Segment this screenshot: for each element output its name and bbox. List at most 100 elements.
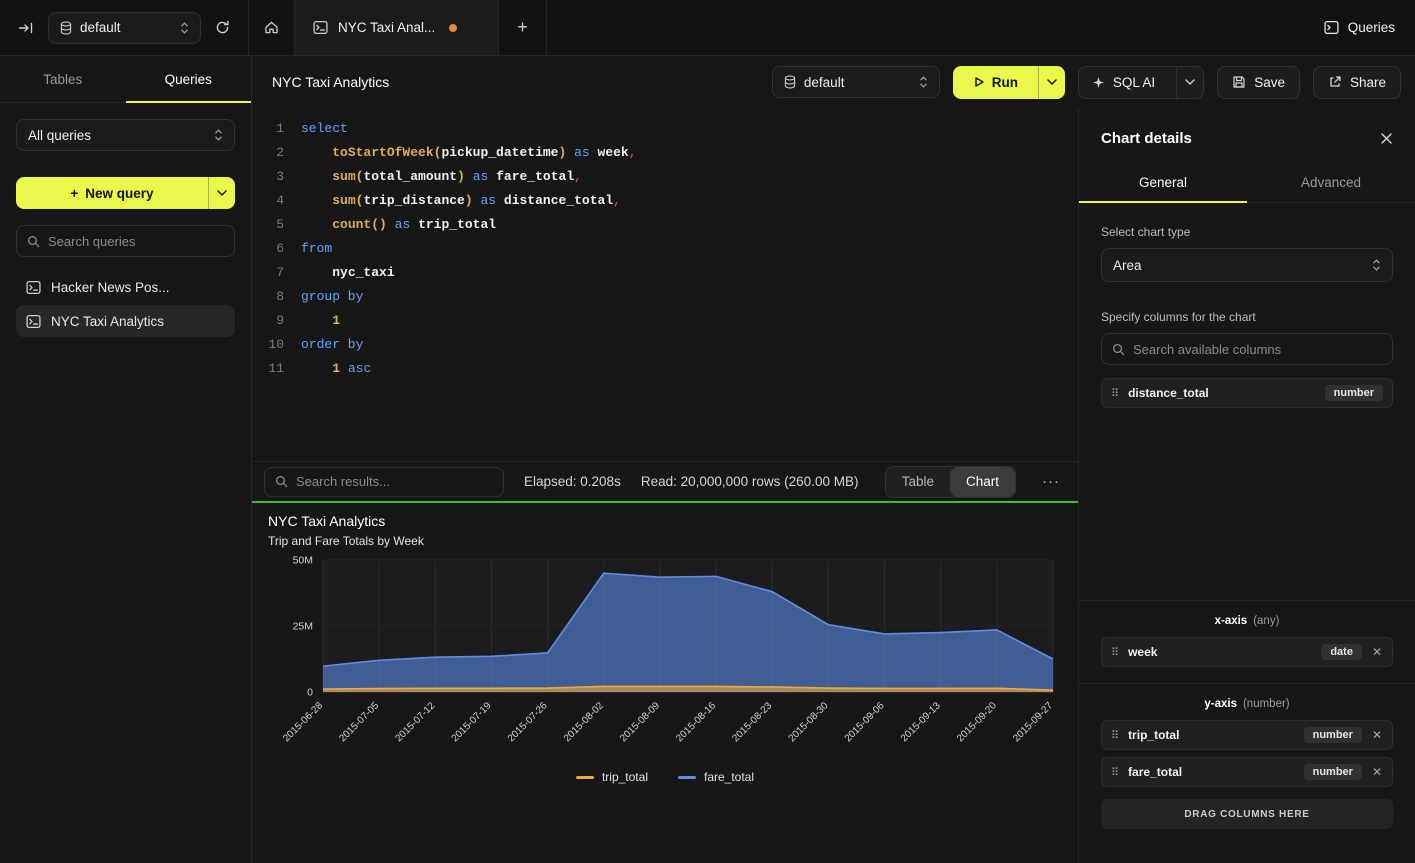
column-type-badge: number	[1304, 727, 1362, 743]
x-axis-heading: x-axis(any)	[1101, 613, 1393, 637]
svg-text:2015-08-23: 2015-08-23	[730, 700, 774, 744]
database-icon	[784, 75, 796, 89]
code-line: 7 nyc_taxi	[252, 261, 1078, 285]
column-type-badge: number	[1325, 385, 1383, 401]
line-number: 3	[252, 165, 284, 189]
view-toggle: Table Chart	[885, 466, 1016, 498]
chart-legend: trip_total fare_total	[268, 770, 1062, 784]
available-column-distance-total[interactable]: ⠿ distance_total number	[1101, 378, 1393, 408]
search-queries-input[interactable]	[48, 234, 224, 249]
search-icon	[1112, 343, 1125, 356]
svg-text:2015-08-16: 2015-08-16	[674, 700, 718, 744]
chevron-down-icon	[1185, 79, 1195, 85]
new-query-options-button[interactable]	[208, 177, 235, 209]
y-axis-column-fare-total[interactable]: ⠿ fare_total number ✕	[1101, 757, 1393, 787]
legend-item-fare_total[interactable]: fare_total	[678, 770, 754, 784]
refresh-button[interactable]	[211, 16, 234, 39]
header-database-selector[interactable]: default	[772, 66, 940, 98]
code-line: 10order by	[252, 333, 1078, 357]
chart-details-body: Select chart type Area Specify columns f…	[1079, 203, 1415, 863]
sql-ai-button[interactable]: SQL AI	[1079, 67, 1168, 98]
sidebar: Tables Queries All queries + New query	[0, 56, 252, 863]
view-toggle-chart[interactable]: Chart	[950, 467, 1015, 497]
x-axis-hint: (any)	[1253, 615, 1279, 627]
results-toolbar: Elapsed: 0.208s Read: 20,000,000 rows (2…	[252, 461, 1078, 501]
remove-column-button[interactable]: ✕	[1371, 645, 1383, 659]
new-tab-button[interactable]: +	[499, 0, 547, 55]
sidebar-tab-tables[interactable]: Tables	[0, 56, 126, 102]
legend-label: trip_total	[602, 770, 648, 784]
x-axis-column-week[interactable]: ⠿ week date ✕	[1101, 637, 1393, 667]
query-list-item-label: Hacker News Pos...	[51, 280, 170, 295]
new-query-button-group: + New query	[16, 177, 235, 209]
query-list-item-nyc-taxi[interactable]: NYC Taxi Analytics	[16, 305, 235, 337]
select-chevrons-icon	[919, 75, 928, 89]
tab-advanced[interactable]: Advanced	[1247, 163, 1415, 202]
topbar-right: Queries	[1304, 0, 1415, 55]
drag-handle-icon[interactable]: ⠿	[1111, 766, 1119, 779]
chart-plot-wrap: 025M50M2015-06-282015-07-052015-07-12201…	[268, 552, 1062, 760]
collapse-sidebar-button[interactable]	[14, 17, 38, 39]
save-button-label: Save	[1254, 75, 1285, 90]
svg-text:2015-08-09: 2015-08-09	[618, 700, 662, 744]
view-toggle-table[interactable]: Table	[886, 467, 950, 497]
drag-columns-dropzone[interactable]: DRAG COLUMNS HERE	[1101, 799, 1393, 829]
svg-text:2015-07-05: 2015-07-05	[337, 700, 381, 744]
chart-details-title: Chart details	[1101, 130, 1192, 147]
chart-type-select[interactable]: Area	[1101, 248, 1393, 282]
sql-ai-button-group: SQL AI	[1078, 66, 1204, 99]
column-type-badge: date	[1321, 644, 1362, 660]
chart-title: NYC Taxi Analytics	[268, 513, 1062, 529]
search-columns-input[interactable]	[1133, 342, 1382, 357]
header-database-value: default	[804, 75, 911, 90]
save-button[interactable]: Save	[1217, 66, 1300, 99]
line-number: 1	[252, 117, 284, 141]
sql-ai-options-button[interactable]	[1176, 67, 1203, 98]
share-button[interactable]: Share	[1313, 66, 1401, 99]
svg-text:2015-09-06: 2015-09-06	[843, 700, 887, 744]
legend-item-trip_total[interactable]: trip_total	[576, 770, 648, 784]
code-line: 4 sum(trip_distance) as distance_total,	[252, 189, 1078, 213]
svg-text:2015-07-19: 2015-07-19	[450, 700, 494, 744]
tab-nyc-taxi-analytics[interactable]: NYC Taxi Anal...	[295, 0, 499, 55]
select-chevrons-icon	[214, 128, 223, 142]
tab-general[interactable]: General	[1079, 163, 1247, 202]
query-file-icon	[26, 280, 41, 295]
query-file-icon	[313, 20, 328, 35]
remove-column-button[interactable]: ✕	[1371, 728, 1383, 742]
chevron-down-icon	[217, 190, 227, 196]
query-list-item-hacker-news[interactable]: Hacker News Pos...	[16, 271, 235, 303]
y-axis-column-trip-total[interactable]: ⠿ trip_total number ✕	[1101, 720, 1393, 750]
sql-editor[interactable]: 1select2 toStartOfWeek(pickup_datetime) …	[252, 108, 1078, 461]
chart-subtitle: Trip and Fare Totals by Week	[268, 534, 1062, 548]
drag-handle-icon[interactable]: ⠿	[1111, 387, 1119, 400]
run-options-button[interactable]	[1038, 66, 1065, 99]
home-icon	[264, 20, 279, 35]
code-line: 5 count() as trip_total	[252, 213, 1078, 237]
more-options-button[interactable]: ···	[1036, 473, 1066, 490]
run-button-label: Run	[992, 75, 1018, 90]
run-button[interactable]: Run	[953, 66, 1038, 99]
line-number: 10	[252, 333, 284, 357]
search-results-input[interactable]	[296, 474, 493, 489]
close-panel-button[interactable]	[1380, 132, 1393, 145]
queries-button[interactable]: Queries	[1324, 20, 1395, 35]
legend-label: fare_total	[704, 770, 754, 784]
query-filter-select[interactable]: All queries	[16, 119, 235, 151]
drag-handle-icon[interactable]: ⠿	[1111, 729, 1119, 742]
new-query-button[interactable]: + New query	[16, 177, 208, 209]
code-line: 11 1 asc	[252, 357, 1078, 381]
remove-column-button[interactable]: ✕	[1371, 765, 1383, 779]
line-number: 6	[252, 237, 284, 261]
select-chevrons-icon	[180, 21, 189, 35]
drag-handle-icon[interactable]: ⠿	[1111, 646, 1119, 659]
svg-text:2015-09-20: 2015-09-20	[955, 700, 999, 744]
sidebar-tab-queries[interactable]: Queries	[126, 56, 252, 102]
topbar-database-selector[interactable]: default	[48, 12, 201, 44]
chart-type-value: Area	[1113, 258, 1364, 273]
home-tab-button[interactable]	[249, 0, 295, 55]
close-icon	[1380, 132, 1393, 145]
x-axis-group: x-axis(any) ⠿ week date ✕	[1079, 600, 1415, 683]
queries-icon	[1324, 20, 1339, 35]
code-line: 1select	[252, 117, 1078, 141]
